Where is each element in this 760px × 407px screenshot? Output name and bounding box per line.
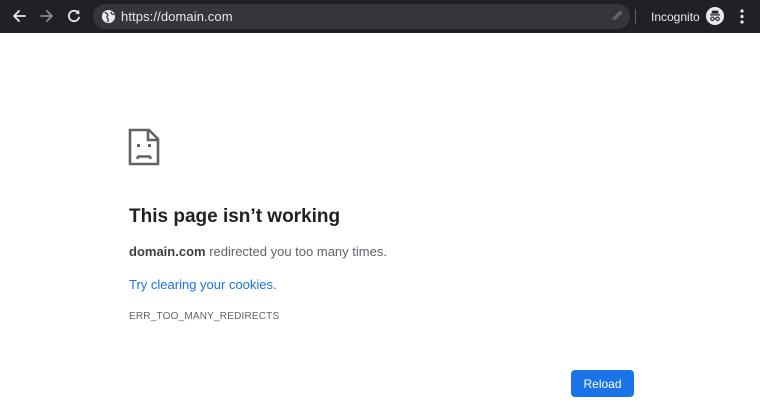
error-code: ERR_TOO_MANY_REDIRECTS bbox=[129, 311, 280, 322]
error-title: This page isn’t working bbox=[129, 206, 341, 227]
sad-page-icon bbox=[128, 128, 160, 166]
reload-button[interactable] bbox=[64, 6, 84, 26]
back-button[interactable] bbox=[9, 6, 29, 26]
toolbar-divider bbox=[635, 9, 636, 24]
pen-icon[interactable] bbox=[609, 8, 625, 24]
browser-toolbar: https://domain.com Incognito bbox=[0, 0, 760, 33]
arrow-back-icon bbox=[13, 10, 26, 22]
error-domain: domain.com bbox=[129, 244, 206, 259]
address-bar[interactable]: https://domain.com bbox=[93, 4, 630, 29]
incognito-icon[interactable] bbox=[706, 7, 724, 25]
clear-cookies-link[interactable]: Try clearing your cookies. bbox=[129, 277, 277, 293]
error-message: domain.com redirected you too many times… bbox=[129, 244, 387, 260]
forward-button[interactable] bbox=[37, 6, 57, 26]
kebab-menu-icon[interactable] bbox=[735, 8, 749, 25]
error-message-text: redirected you too many times. bbox=[205, 244, 387, 259]
error-page: This page isn’t working domain.com redir… bbox=[0, 33, 760, 407]
url-text[interactable]: https://domain.com bbox=[121, 9, 233, 24]
reload-page-button[interactable]: Reload bbox=[571, 370, 634, 397]
reload-icon bbox=[67, 9, 80, 22]
arrow-forward-icon bbox=[40, 10, 53, 22]
globe-icon[interactable] bbox=[101, 9, 116, 24]
incognito-label: Incognito bbox=[651, 10, 700, 24]
